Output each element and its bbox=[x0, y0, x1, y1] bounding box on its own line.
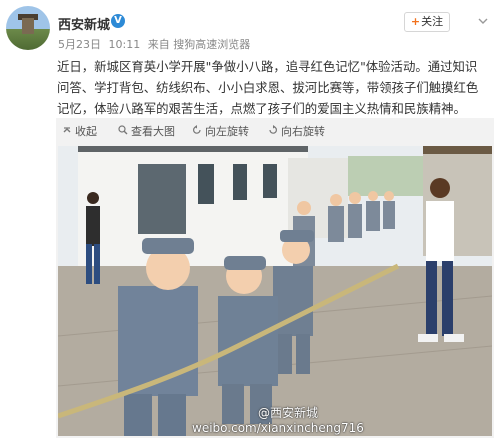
verified-icon: V bbox=[111, 14, 125, 28]
post-source: 来自 搜狗高速浏览器 bbox=[147, 38, 251, 51]
rotate-right-label: 向右旋转 bbox=[281, 125, 325, 138]
rotate-left-label: 向左旋转 bbox=[205, 125, 249, 138]
post-text: 近日，新城区育英小学开展"争做小八路，追寻红色记忆"体验活动。通过知识问答、学打… bbox=[57, 59, 479, 116]
media-box: 收起 查看大图 向左旋转 向右旋转 @西安新城 weibo.com/xianxi… bbox=[56, 118, 494, 438]
collapse-icon bbox=[63, 127, 71, 133]
watermark-handle: @西安新城 bbox=[258, 406, 319, 420]
watermark-url: weibo.com/xianxincheng716 bbox=[192, 421, 364, 435]
post-meta: 5月23日 10:11 来自 搜狗高速浏览器 bbox=[58, 36, 250, 52]
rotate-left-button[interactable]: 向左旋转 bbox=[192, 123, 249, 139]
media-toolbar: 收起 查看大图 向左旋转 向右旋转 bbox=[56, 118, 494, 144]
username-link[interactable]: 西安新城 bbox=[58, 14, 110, 33]
rotate-right-button[interactable]: 向右旋转 bbox=[268, 123, 325, 139]
photo-scene bbox=[58, 146, 492, 436]
follow-label: 关注 bbox=[421, 15, 444, 28]
view-large-button[interactable]: 查看大图 bbox=[118, 123, 175, 139]
view-large-label: 查看大图 bbox=[131, 125, 175, 138]
plus-icon: + bbox=[410, 15, 421, 28]
collapse-label: 收起 bbox=[75, 125, 97, 138]
magnifier-icon bbox=[118, 125, 128, 135]
collapse-button[interactable]: 收起 bbox=[62, 123, 97, 139]
rotate-right-icon bbox=[269, 125, 277, 134]
post-date[interactable]: 5月23日 bbox=[58, 38, 101, 51]
rotate-left-icon bbox=[193, 125, 201, 134]
avatar[interactable] bbox=[6, 6, 50, 50]
post-time[interactable]: 10:11 bbox=[109, 38, 141, 51]
post-photo[interactable]: @西安新城 weibo.com/xianxincheng716 bbox=[58, 146, 492, 436]
chevron-down-icon[interactable] bbox=[478, 16, 488, 26]
follow-button[interactable]: +关注 bbox=[404, 12, 450, 32]
